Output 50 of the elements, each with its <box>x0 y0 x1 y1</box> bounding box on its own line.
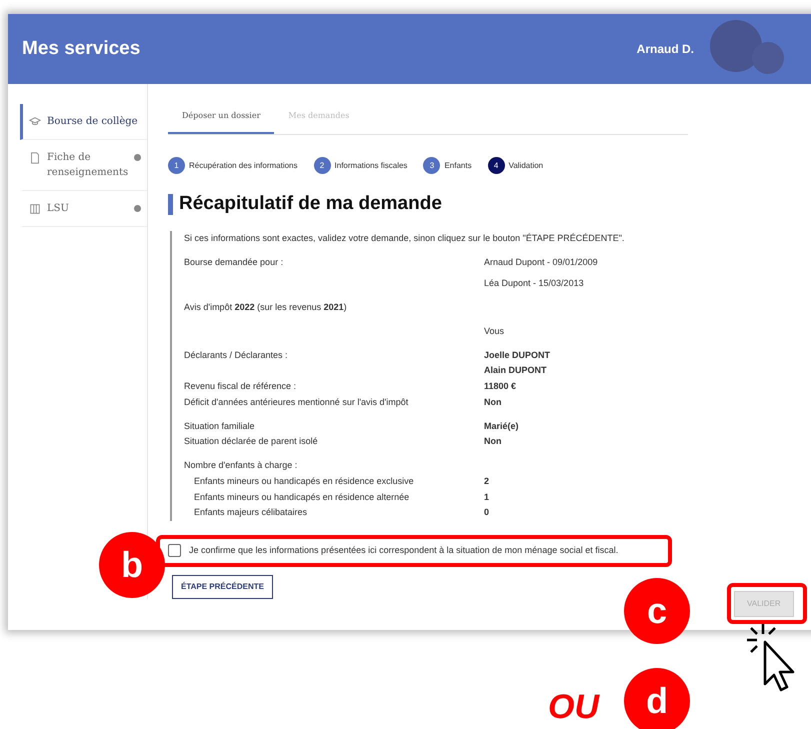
confirm-label: Je confirme que les informations présentées ici correspondent à la situation de mon ménage social et fiscal. <box>189 544 618 558</box>
field-label: Déficit d'années antérieures mentionné sur l'avis d'impôt <box>184 396 408 407</box>
page-heading: Récapitulatif de ma demande <box>168 194 688 215</box>
field-label: Revenu fiscal de référence : <box>184 381 296 392</box>
step-number: 3 <box>423 157 440 174</box>
grid-icon <box>29 203 41 215</box>
field-label: Bourse demandée pour : <box>184 256 284 267</box>
field-value: 1 <box>484 490 490 504</box>
field-label: Enfants mineurs ou handicapés en résidence alternée <box>194 492 410 502</box>
field-label: Situation déclarée de parent isolé <box>184 436 318 446</box>
previous-step-button[interactable]: ÉTAPE PRÉCÉDENTE <box>172 574 273 599</box>
column-header: Vous <box>484 324 504 338</box>
app-title: Mes services <box>22 36 140 61</box>
field-label: Situation familiale <box>184 420 255 431</box>
field-value: Joelle DUPONT <box>484 348 550 362</box>
field-value: 11800 € <box>484 380 516 394</box>
info-icon <box>134 205 141 212</box>
sidebar-item[interactable]: Bourse de collège <box>20 104 147 140</box>
step-number: 4 <box>488 157 505 174</box>
field-label: Déclarants / Déclarantes : <box>184 350 288 360</box>
field-label: Enfants majeurs célibataires <box>194 507 308 518</box>
intro-text: Si ces informations sont exactes, validez votre demande, sinon cliquez sur le bouton "ÉTAPE PRÉCÉDENTE". <box>184 232 626 245</box>
field-label: Nombre d'enfants à charge : <box>184 460 298 470</box>
field-value: Non <box>484 435 502 448</box>
field-label: Avis d'impôt 2022 (sur les revenus 2021) <box>184 302 347 312</box>
confirm-checkbox[interactable] <box>168 544 181 558</box>
document-icon <box>29 152 41 164</box>
step-marker: d <box>624 668 690 729</box>
tab[interactable]: Déposer un dossier <box>168 100 274 134</box>
field-value: 2 <box>484 474 490 488</box>
avatar-icon[interactable] <box>710 20 762 72</box>
field-value: Non <box>484 396 502 409</box>
step-label: Récupération des informations <box>189 160 298 172</box>
step-label: Enfants <box>444 160 472 172</box>
info-icon <box>134 154 142 161</box>
step-label: Informations fiscales <box>334 160 408 172</box>
field-value: 0 <box>484 506 490 520</box>
field-value: Arnaud Dupont - 09/01/2009 <box>484 256 598 269</box>
field-value: Marié(e) <box>484 420 519 433</box>
cap-icon <box>29 116 41 128</box>
field-label: Enfants mineurs ou handicapés en résidence exclusive <box>194 476 414 486</box>
step-number: 2 <box>314 157 331 174</box>
user-name: Arnaud D. <box>636 41 694 58</box>
sidebar-item[interactable]: Fiche de renseignements <box>20 140 147 191</box>
or-label: OU <box>548 687 599 728</box>
step-label: Validation <box>508 160 544 172</box>
field-value: Alain DUPONT <box>484 364 548 378</box>
field-value: Léa Dupont - 15/03/2013 <box>484 277 584 290</box>
sidebar-item[interactable]: LSU <box>20 191 147 227</box>
step-number: 1 <box>168 157 185 174</box>
